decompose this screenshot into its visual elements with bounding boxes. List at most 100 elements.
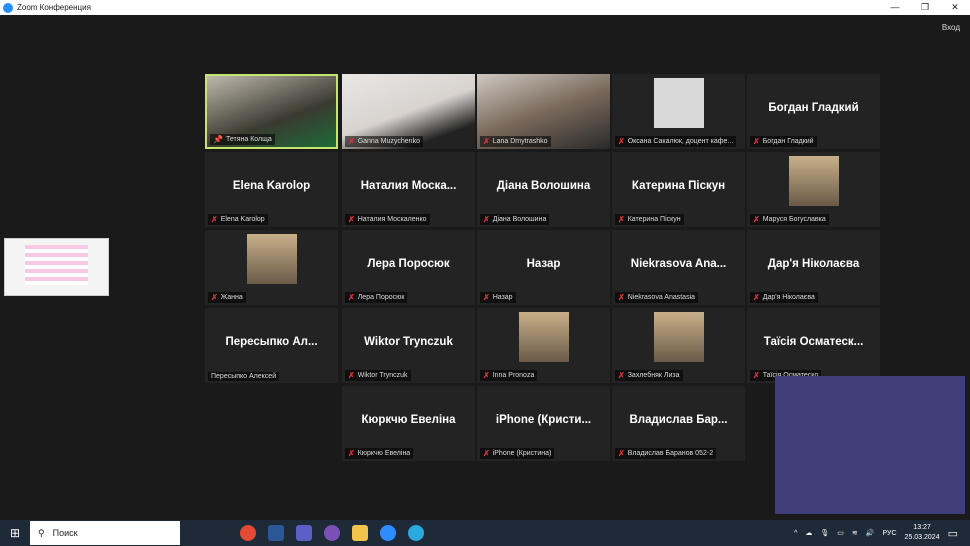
file-explorer-icon[interactable] [352,525,368,541]
muted-mic-icon: ✗ [483,449,490,458]
muted-mic-icon: ✗ [211,215,218,224]
participant-tile[interactable]: Таїсія Осматеск...✗Таїсія Осматеско [747,308,880,383]
participant-display-name: Катерина Піскун [631,180,726,192]
participant-tile[interactable]: Катерина Піскун ✗ Катерина Піскун [612,152,745,227]
participant-display-name: Таїсія Осматеск... [763,336,864,348]
participant-tile[interactable]: ✗ Оксана Сакалюк, доцент кафе... [612,74,745,149]
muted-mic-icon: ✗ [483,137,490,146]
zoom-logo-icon [3,2,13,13]
muted-mic-icon: ✗ [483,293,490,302]
participant-tile[interactable]: ✗ Inna Pronoza [477,308,610,383]
participant-name: Elena Karolop [220,216,265,223]
participant-tile[interactable]: ✗ Lana Dmytrashko [477,74,610,149]
participant-display-name: Діана Волошина [496,180,591,192]
participant-name-label: ✗ Діана Волошина [480,214,550,225]
minimize-button[interactable]: — [880,0,910,15]
participant-tile[interactable]: Владислав Бар... ✗ Владислав Баранов 052-2 [612,386,745,461]
participant-name: Кюркчю Евеліна [357,450,411,457]
participant-name: Тетяна Колща [225,136,272,143]
participant-display-name: Лера Поросюк [367,258,450,270]
participant-name: Niekrasova Anastasia [627,294,696,301]
participant-tile[interactable]: Богдан Гладкий ✗ Богдан Гладкий [747,74,880,149]
participant-avatar [246,234,297,284]
muted-mic-icon: ✗ [483,215,490,224]
taskbar-search[interactable]: ⚲ Поиск [30,521,180,545]
telegram-icon[interactable] [408,525,424,541]
participant-name-label: ✗ iPhone (Кристина) [480,448,555,459]
participant-tile[interactable]: Пересыпко Ал... Пересыпко Алексей [205,308,338,383]
participant-name-label: ✗ Ganna Muzychenko [345,136,423,147]
notifications-icon[interactable]: ▭ [948,527,958,540]
participant-name-label: ✗ Кюркчю Евеліна [345,448,414,459]
participant-tile[interactable]: ✗ Маруся Богуславка [747,152,880,227]
participant-display-name: Niekrasova Ana... [630,258,727,270]
participant-name-label: 📌 Тетяна Колща [210,134,275,145]
participant-tile[interactable]: ✗ Ganna Muzychenko [342,74,475,149]
participant-name-label: ✗ Elena Karolop [208,214,268,225]
word-icon[interactable] [268,525,284,541]
teams-icon[interactable] [296,525,312,541]
participant-tile[interactable]: Wiktor Trynczuk ✗ Wiktor Trynczuk [342,308,475,383]
volume-icon[interactable]: 🔊 [866,529,875,537]
participant-tile[interactable]: Лера Поросюк ✗ Лера Поросюк [342,230,475,305]
participant-name-label: ✗ Маруся Богуславка [750,214,829,225]
maximize-button[interactable]: ❐ [910,0,940,15]
muted-mic-icon: ✗ [618,449,625,458]
muted-mic-icon: ✗ [618,137,625,146]
enter-button[interactable]: Вход [942,23,960,32]
participant-tile[interactable]: Наталия Моска... ✗ Наталия Москаленко [342,152,475,227]
clock[interactable]: 13:27 25.03.2024 [905,523,940,543]
participant-avatar [653,312,704,362]
muted-mic-icon: ✗ [753,293,760,302]
participant-name-label: ✗ Niekrasova Anastasia [615,292,699,303]
participant-name: Пересыпко Алексей [211,373,277,380]
muted-mic-icon: ✗ [348,137,355,146]
participant-tile[interactable]: Кюркчю Евеліна ✗ Кюркчю Евеліна [342,386,475,461]
battery-icon[interactable]: ▭ [837,529,844,537]
participant-name-label: Пересыпко Алексей [208,372,280,381]
participant-avatar [788,156,839,206]
muted-mic-icon: ✗ [618,215,625,224]
participant-name: iPhone (Кристина) [492,450,552,457]
participant-tile[interactable]: Niekrasova Ana... ✗ Niekrasova Anastasia [612,230,745,305]
participant-tile[interactable]: ✗ Жанна [205,230,338,305]
title-bar: Zoom Конференция — ❐ ✕ [0,0,970,15]
participant-name-label: ✗ Оксана Сакалюк, доцент кафе... [615,136,737,147]
chrome-icon[interactable] [240,525,256,541]
participant-display-name: iPhone (Кристи... [495,414,592,426]
participant-display-name: Назар [526,258,561,270]
chevron-up-icon[interactable]: ^ [794,530,797,537]
participant-name: Lana Dmytrashko [492,138,548,145]
participant-name: Оксана Сакалюк, доцент кафе... [627,138,734,145]
close-button[interactable]: ✕ [940,0,970,15]
muted-mic-icon: ✗ [753,215,760,224]
microphone-icon[interactable]: 🎙 [820,529,829,537]
participant-tile[interactable]: Elena Karolop ✗ Elena Karolop [205,152,338,227]
participant-display-name: Владислав Бар... [629,414,728,426]
participant-display-name: Дар'я Ніколаєва [767,258,860,270]
participant-name: Діана Волошина [492,216,547,223]
participant-tile[interactable]: Дар'я Ніколаєва ✗ Дар'я Ніколаєва [747,230,880,305]
participant-tile[interactable]: Діана Волошина ✗ Діана Волошина [477,152,610,227]
wifi-icon[interactable]: ≋ [852,529,858,537]
zoom-app-icon[interactable] [380,525,396,541]
viber-icon[interactable] [324,525,340,541]
time: 13:27 [913,524,931,531]
language-indicator[interactable]: РУС [883,530,897,537]
window-title: Zoom Конференция [17,3,91,12]
participant-tile[interactable]: iPhone (Кристи... ✗ iPhone (Кристина) [477,386,610,461]
participant-name: Богдан Гладкий [762,138,814,145]
muted-mic-icon: ✗ [753,137,760,146]
participant-display-name: Elena Karolop [232,180,311,192]
participant-tile[interactable]: 📌 Тетяна Колща [205,74,338,149]
muted-mic-icon: ✗ [753,371,760,380]
shared-screen-thumbnail[interactable] [4,238,109,296]
windows-start-icon[interactable]: ⊞ [0,526,30,540]
self-view-video[interactable] [775,376,965,514]
onedrive-icon[interactable]: ☁ [805,529,812,537]
participant-tile[interactable]: Назар ✗ Назар [477,230,610,305]
participant-tile[interactable]: ✗ Захлебняк Лиза [612,308,745,383]
participant-name: Наталия Москаленко [357,216,427,223]
participant-name: Inna Pronoza [492,372,535,379]
participant-name: Лера Поросюк [357,294,405,301]
